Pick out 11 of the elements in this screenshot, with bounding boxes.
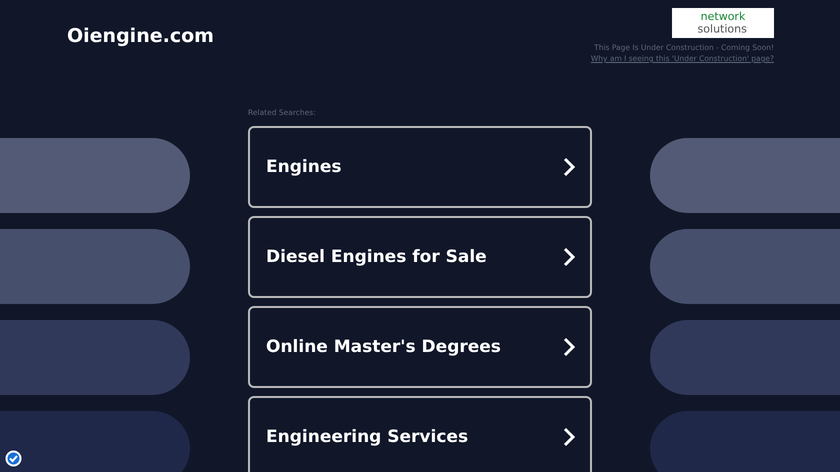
chevron-icon xyxy=(562,247,576,267)
logo-badge: network solutions$^{.}$ xyxy=(672,8,774,38)
search-link[interactable]: Online Master's Degrees xyxy=(248,306,592,388)
chevron-icon xyxy=(562,427,576,447)
search-link[interactable]: Engines xyxy=(248,126,592,208)
shield-check-icon[interactable] xyxy=(5,450,22,467)
site-title: Oiengine.com xyxy=(67,25,214,49)
search-link[interactable]: Diesel Engines for Sale xyxy=(248,216,592,298)
chevron-icon xyxy=(562,157,576,177)
search-link[interactable]: Engineering Services xyxy=(248,396,592,472)
chevron-icon xyxy=(562,337,576,357)
